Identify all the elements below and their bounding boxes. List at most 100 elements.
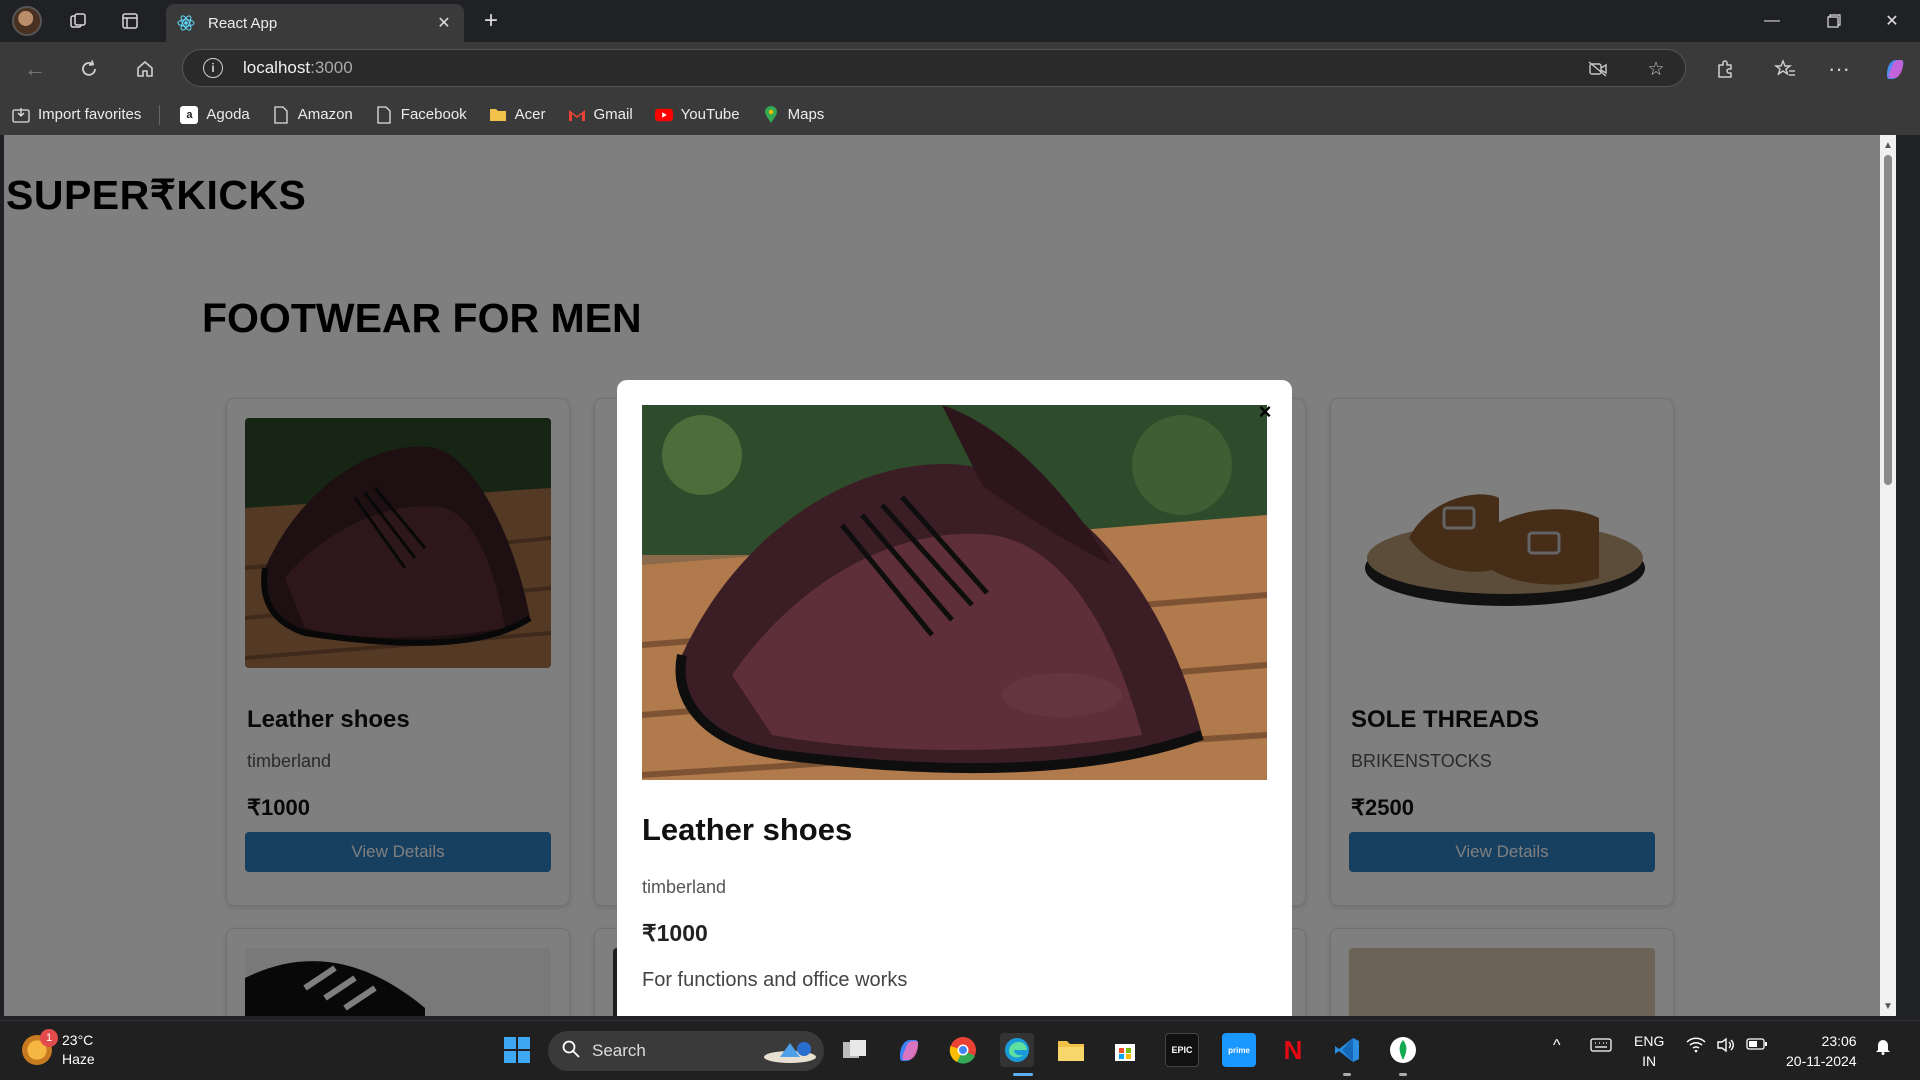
url-port: :3000 [310, 58, 353, 77]
extensions-icon[interactable] [1710, 54, 1740, 84]
task-view-icon[interactable] [838, 1033, 872, 1067]
battery-icon[interactable] [1746, 1037, 1768, 1056]
product-detail-modal: × Leather shoes timberland ₹1000 For fun… [617, 380, 1292, 1016]
folder-icon [489, 106, 507, 124]
maps-icon [762, 105, 780, 124]
title-bar: React App ✕ + — ✕ [0, 0, 1920, 42]
modal-product-image [642, 405, 1267, 780]
bookmark-amazon[interactable]: Amazon [272, 105, 353, 124]
netflix-icon[interactable]: N [1276, 1033, 1310, 1067]
copilot-app-icon[interactable] [892, 1033, 926, 1067]
search-label: Search [592, 1041, 646, 1060]
running-app-indicator [1399, 1073, 1407, 1076]
import-icon [12, 106, 30, 124]
search-highlight-icon [760, 1037, 818, 1070]
refresh-icon[interactable] [74, 54, 104, 84]
weather-sun-icon: 1 [22, 1029, 58, 1065]
taskbar-search-box[interactable]: Search [548, 1031, 824, 1071]
page-icon [375, 105, 393, 124]
profile-avatar[interactable] [12, 6, 42, 36]
bookmark-label: Maps [787, 106, 825, 123]
language-code: ENG [1634, 1033, 1665, 1049]
epic-games-icon[interactable]: EPIC [1165, 1033, 1199, 1067]
wifi-icon[interactable] [1686, 1037, 1706, 1058]
keyboard-icon[interactable] [1590, 1037, 1612, 1058]
home-icon[interactable] [130, 54, 160, 84]
page-viewport: SUPER₹KICKS FOOTWEAR FOR MEN Leather sho… [4, 135, 1896, 1016]
copilot-icon[interactable] [1880, 54, 1910, 84]
vscode-icon[interactable] [1330, 1033, 1364, 1067]
clock-time: 23:06 [1821, 1033, 1857, 1049]
show-hidden-icons-icon[interactable]: ^ [1553, 1037, 1561, 1055]
language-indicator[interactable]: ENG IN [1634, 1031, 1664, 1071]
running-app-indicator [1343, 1073, 1351, 1076]
scroll-up-icon[interactable]: ▲ [1880, 137, 1896, 153]
bookmark-import-favorites[interactable]: Import favorites [12, 106, 141, 124]
bookmark-maps[interactable]: Maps [762, 105, 825, 124]
weather-temp: 23°C [62, 1032, 94, 1048]
chrome-icon[interactable] [946, 1033, 980, 1067]
weather-widget[interactable]: 1 23°C Haze [22, 1029, 95, 1069]
bookmark-agoda[interactable]: a Agoda [180, 105, 250, 124]
bookmark-label: Gmail [593, 106, 633, 123]
windows-taskbar: 1 23°C Haze Search EPIC prime N ^ ENG IN… [0, 1020, 1920, 1080]
address-bar-row: ← i localhost:3000 ☆ ··· [0, 42, 1920, 94]
favorites-icon[interactable] [1770, 54, 1800, 84]
search-icon [562, 1040, 580, 1063]
system-clock[interactable]: 23:06 20-11-2024 [1786, 1031, 1857, 1071]
bookmark-acer[interactable]: Acer [489, 106, 546, 124]
scrollbar-thumb[interactable] [1884, 155, 1892, 485]
mongodb-icon[interactable] [1386, 1033, 1420, 1067]
minimize-icon[interactable]: — [1752, 8, 1792, 34]
microsoft-store-icon[interactable] [1108, 1033, 1142, 1067]
modal-close-button[interactable]: × [1253, 399, 1277, 424]
modal-product-description: For functions and office works [642, 969, 908, 991]
page-icon [272, 105, 290, 124]
active-app-indicator [1013, 1073, 1033, 1076]
agoda-icon: a [180, 105, 199, 124]
favorite-star-icon[interactable]: ☆ [1645, 58, 1667, 80]
back-icon[interactable]: ← [20, 54, 50, 84]
youtube-icon [654, 106, 673, 124]
bookmarks-bar: Import favorites a Agoda Amazon Facebook… [0, 94, 1920, 135]
tab-react-app[interactable]: React App ✕ [166, 4, 464, 42]
site-info-icon[interactable]: i [203, 58, 223, 78]
bookmark-label: Facebook [400, 106, 467, 123]
modal-product-brand: timberland [642, 877, 727, 897]
more-menu-icon[interactable]: ··· [1824, 54, 1854, 84]
react-icon [176, 13, 196, 33]
prime-video-icon[interactable]: prime [1222, 1033, 1256, 1067]
close-window-icon[interactable]: ✕ [1872, 8, 1912, 34]
gmail-icon [568, 106, 586, 124]
page-scrollbar[interactable]: ▲ ▼ [1880, 135, 1896, 1016]
windows-start-icon[interactable] [500, 1033, 534, 1067]
region-code: IN [1642, 1053, 1657, 1069]
clock-date: 20-11-2024 [1786, 1053, 1857, 1069]
bookmark-label: Import favorites [38, 106, 142, 123]
file-explorer-icon[interactable] [1054, 1033, 1088, 1067]
tab-title: React App [208, 14, 278, 32]
bookmark-label: YouTube [680, 106, 740, 123]
bookmark-youtube[interactable]: YouTube [654, 106, 740, 124]
volume-icon[interactable] [1716, 1037, 1736, 1058]
modal-product-price: ₹1000 [642, 920, 708, 946]
workspaces-icon[interactable] [64, 7, 92, 35]
notification-badge: 1 [40, 1029, 58, 1047]
scroll-down-icon[interactable]: ▼ [1880, 998, 1896, 1014]
weather-desc: Haze [62, 1051, 95, 1067]
tab-actions-icon[interactable] [116, 7, 144, 35]
edge-icon[interactable] [1000, 1033, 1034, 1067]
url-input[interactable]: i localhost:3000 ☆ [182, 49, 1686, 87]
bookmark-facebook[interactable]: Facebook [375, 105, 467, 124]
restore-icon[interactable] [1814, 8, 1854, 34]
modal-product-name: Leather shoes [642, 812, 853, 847]
notification-bell-icon[interactable] [1874, 1037, 1892, 1060]
close-tab-icon[interactable]: ✕ [434, 13, 454, 33]
bookmark-gmail[interactable]: Gmail [568, 106, 633, 124]
camera-off-icon[interactable] [1587, 58, 1609, 80]
bookmark-label: Agoda [206, 106, 250, 123]
url-host: localhost [243, 58, 311, 77]
bookmark-label: Acer [514, 106, 546, 123]
new-tab-icon[interactable]: + [478, 7, 504, 34]
bookmark-label: Amazon [297, 106, 353, 123]
